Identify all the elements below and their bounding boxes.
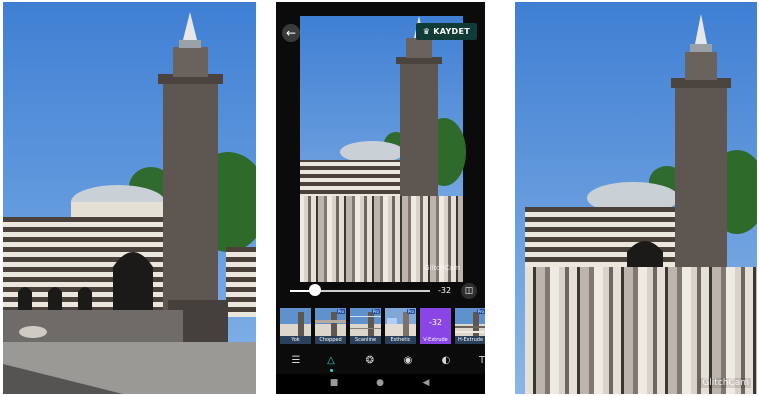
crown-icon: ♛ — [422, 27, 431, 36]
ball-icon[interactable]: ◉ — [400, 352, 416, 368]
back-nav-icon[interactable]: ◀ — [420, 378, 432, 388]
filter-h-extrude[interactable]: Pro H-Extrude — [455, 308, 485, 344]
save-button[interactable]: ♛ KAYDET — [415, 23, 477, 40]
slider-thumb[interactable] — [309, 284, 322, 296]
overlap-circles-icon[interactable]: ❂ — [362, 352, 378, 368]
tool-bar: ☰ △ ❂ ◉ ◐ T — [276, 352, 485, 368]
filter-thumb-image — [280, 308, 311, 336]
android-nav-bar: ■ ● ◀ — [276, 374, 485, 394]
compare-button[interactable]: ◫ — [461, 283, 477, 299]
slider-value: -32 — [438, 286, 452, 295]
adjust-icon[interactable]: ☰ — [288, 352, 304, 368]
filter-yok[interactable]: Yok — [280, 308, 311, 344]
pill-icon[interactable]: ◐ — [438, 352, 454, 368]
recents-icon[interactable]: ■ — [328, 378, 340, 388]
filter-label: V-Extrude — [423, 337, 448, 343]
minaret — [163, 82, 218, 312]
mosque-scene-glitched — [515, 2, 757, 394]
phone-screen: ← ♛ KAYDET GlitchCam -32 ◫ Yok Pro Chopp… — [276, 2, 485, 394]
arrow-left-icon: ← — [285, 26, 297, 40]
back-button[interactable]: ← — [282, 24, 300, 42]
filter-chopped[interactable]: Pro Chopped — [315, 308, 346, 344]
pro-badge: Pro — [476, 309, 485, 314]
home-icon[interactable]: ● — [374, 378, 386, 388]
active-tool-indicator — [330, 369, 333, 372]
filter-label: Esthetic — [385, 336, 416, 344]
pro-badge: Pro — [336, 309, 345, 314]
watermark: GlitchCam — [700, 378, 751, 388]
filter-scanline[interactable]: Pro Scanline — [350, 308, 381, 344]
original-photo — [3, 2, 256, 394]
mosque-scene — [3, 2, 256, 394]
triangle-icon[interactable]: △ — [323, 352, 339, 368]
compare-icon: ◫ — [464, 286, 474, 296]
result-photo: GlitchCam — [515, 2, 757, 394]
edited-preview — [276, 2, 485, 282]
save-button-label: KAYDET — [433, 27, 470, 36]
pro-badge: Pro — [406, 309, 415, 314]
filter-label: Scanline — [350, 336, 381, 344]
pro-badge: Pro — [371, 309, 380, 314]
filter-esthetic[interactable]: Pro Esthetic — [385, 308, 416, 344]
text-icon[interactable]: T — [474, 352, 485, 368]
filter-v-extrude[interactable]: -32 V-Extrude — [420, 308, 451, 344]
filter-label: Chopped — [315, 336, 346, 344]
filter-label: Yok — [280, 336, 311, 344]
filter-strip: Yok Pro Chopped Pro Scanline Pro Estheti… — [280, 308, 485, 344]
filter-label: H-Extrude — [455, 336, 485, 344]
filter-value: -32 — [428, 318, 443, 327]
v-extrude-area — [525, 267, 757, 394]
watermark: GlitchCam — [424, 264, 461, 272]
